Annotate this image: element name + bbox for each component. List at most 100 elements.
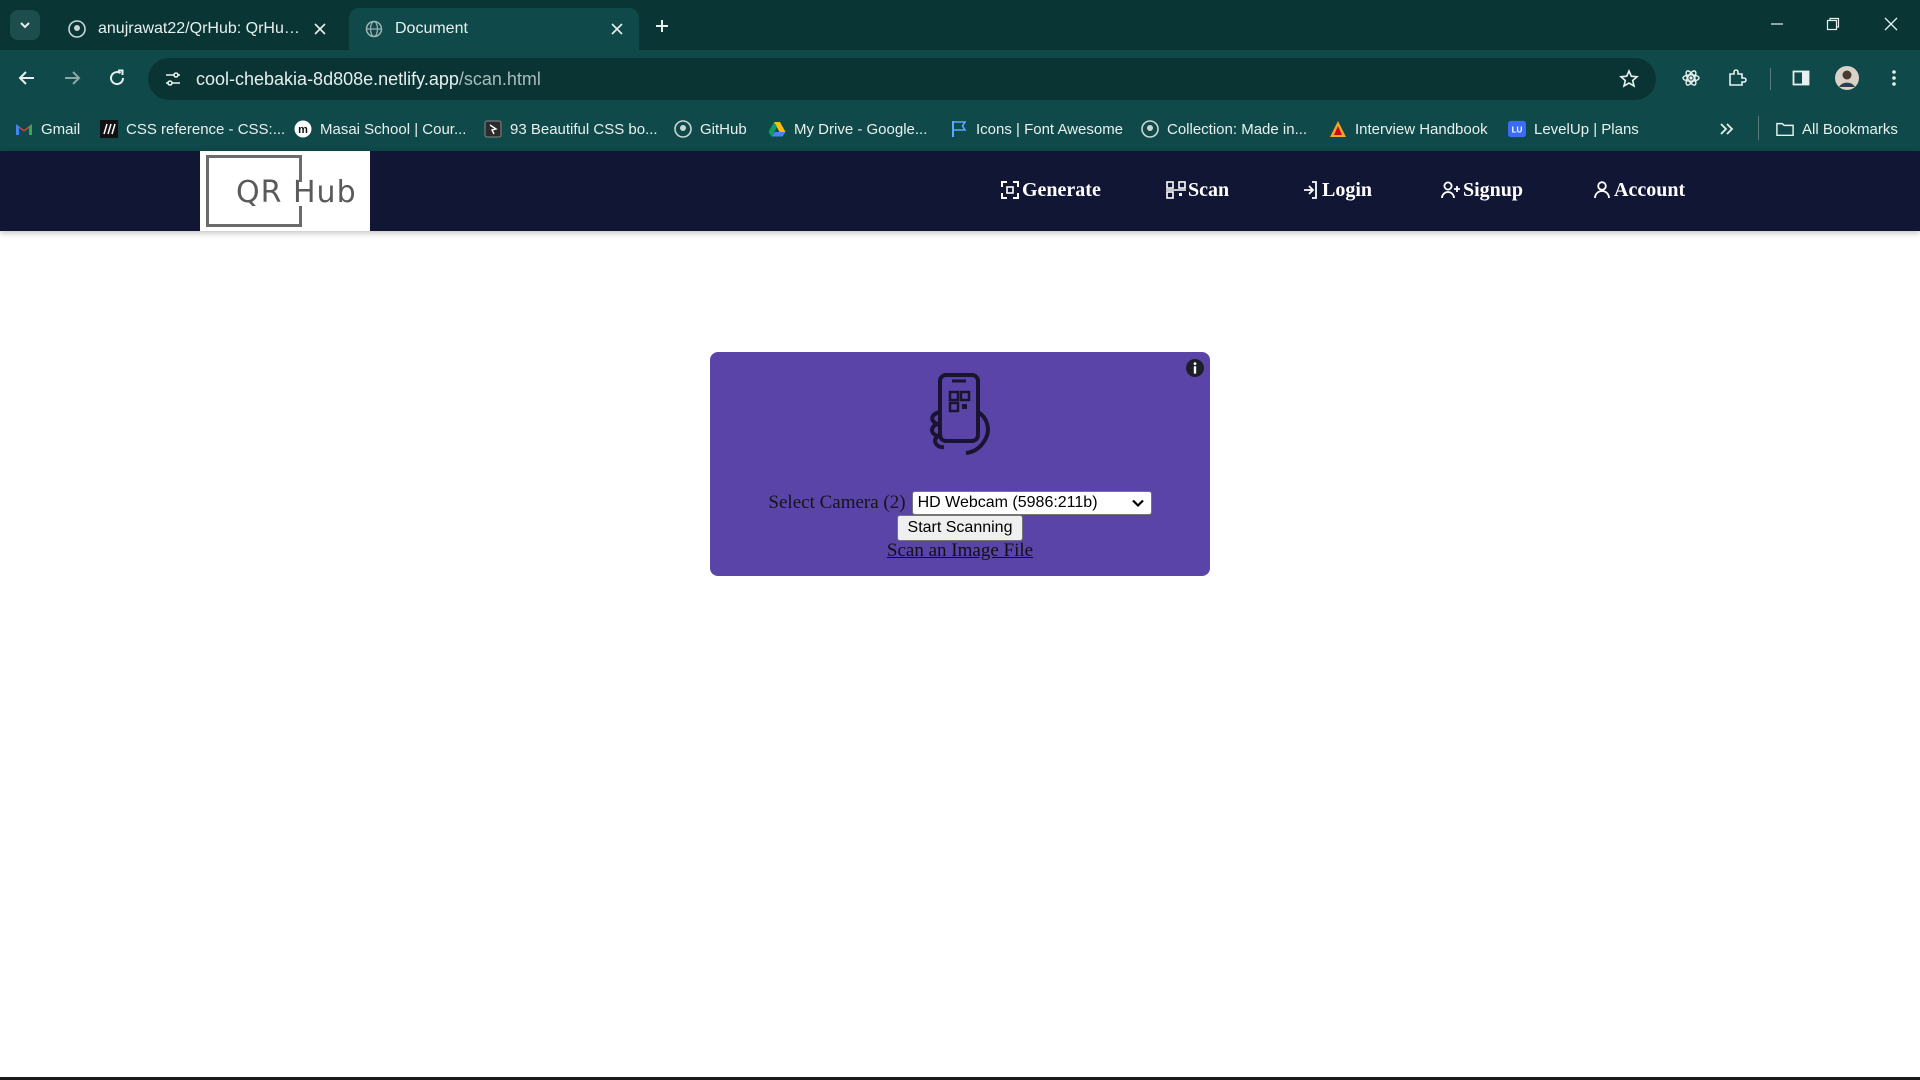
- puzzle-icon: [1729, 69, 1747, 86]
- bookmark-site-icon: [484, 120, 502, 138]
- restore-button[interactable]: [1810, 8, 1856, 40]
- all-bookmarks-label: All Bookmarks: [1802, 120, 1898, 138]
- tune-icon: [166, 72, 180, 86]
- bookmark-label: GitHub: [700, 120, 747, 138]
- qr-scan-frame-icon: [1000, 180, 1020, 200]
- bookmark-css-reference[interactable]: CSS reference - CSS:...: [100, 117, 285, 141]
- bookmark-collection[interactable]: Collection: Made in...: [1141, 117, 1307, 141]
- tab-title: Document: [395, 20, 468, 37]
- bookmark-star-button[interactable]: [1614, 64, 1644, 94]
- github-icon: [1141, 120, 1159, 138]
- bookmark-label: LevelUp | Plans: [1534, 120, 1639, 138]
- qr-code-icon: [1166, 180, 1186, 200]
- new-tab-button[interactable]: [648, 12, 676, 40]
- bookmark-label: Icons | Font Awesome: [976, 120, 1124, 138]
- extensions-menu-button[interactable]: [1719, 60, 1755, 96]
- bookmark-label: 93 Beautiful CSS bo...: [510, 120, 658, 138]
- nav-signup-label: Signup: [1463, 178, 1524, 201]
- url-path: /scan.html: [458, 69, 541, 89]
- bookmark-interview-handbook[interactable]: Interview Handbook: [1329, 117, 1488, 141]
- extension-button[interactable]: [1673, 60, 1709, 96]
- info-icon[interactable]: [1185, 358, 1205, 378]
- logo-text: QR Hub: [236, 175, 357, 210]
- bookmark-masai[interactable]: m Masai School | Cour...: [294, 117, 466, 141]
- profile-button[interactable]: [1829, 60, 1865, 96]
- camera-select-value: HD Webcam (5986:211b): [917, 494, 1098, 511]
- back-button[interactable]: [9, 60, 45, 96]
- tab-github[interactable]: anujrawat22/QrHub: QrHub is a: [52, 8, 342, 50]
- github-icon: [674, 120, 692, 138]
- avatar: [1835, 66, 1859, 90]
- plus-icon: [656, 20, 668, 32]
- chevron-down-icon: [20, 22, 30, 29]
- user-plus-icon: [1441, 180, 1461, 200]
- bookmarks-overflow-button[interactable]: [1718, 117, 1734, 141]
- folder-icon: [1776, 120, 1794, 138]
- handbook-icon: [1329, 120, 1347, 138]
- bookmark-github[interactable]: GitHub: [674, 117, 747, 141]
- forward-button[interactable]: [54, 60, 90, 96]
- bookmark-drive[interactable]: My Drive - Google...: [768, 117, 927, 141]
- bookmark-label: Masai School | Cour...: [320, 120, 467, 138]
- chevron-down-icon: [1131, 499, 1144, 508]
- camera-select[interactable]: HD Webcam (5986:211b): [911, 491, 1152, 515]
- svg-text:LU: LU: [1512, 126, 1523, 135]
- mdn-icon: [100, 120, 118, 138]
- minimize-icon: [1771, 23, 1783, 25]
- site-info-button[interactable]: [158, 64, 188, 94]
- bookmark-font-awesome[interactable]: Icons | Font Awesome: [950, 117, 1123, 141]
- nav-scan[interactable]: Scan: [1166, 175, 1229, 205]
- atom-icon: [1682, 70, 1700, 86]
- tab-title: anujrawat22/QrHub: QrHub is a: [98, 20, 306, 37]
- site-navbar: QR Hub Generate Scan Login Signup Accoun…: [0, 151, 1920, 231]
- tab-document[interactable]: Document: [349, 8, 639, 50]
- camera-select-row: Select Camera (2) HD Webcam (5986:211b): [710, 490, 1210, 516]
- nav-generate[interactable]: Generate: [1000, 175, 1101, 205]
- reload-button[interactable]: [99, 60, 135, 96]
- toolbar: cool-chebakia-8d808e.netlify.app/scan.ht…: [0, 50, 1920, 107]
- scan-image-file-link[interactable]: Scan an Image File: [710, 540, 1210, 562]
- address-bar[interactable]: cool-chebakia-8d808e.netlify.app/scan.ht…: [148, 58, 1656, 100]
- nav-account[interactable]: Account: [1592, 175, 1685, 205]
- phone-qr-scan-icon: [930, 373, 990, 455]
- site-logo[interactable]: QR Hub: [200, 151, 370, 231]
- restore-icon: [1826, 17, 1840, 31]
- login-icon: [1300, 180, 1320, 200]
- start-scanning-button[interactable]: Start Scanning: [897, 515, 1023, 541]
- minimize-button[interactable]: [1754, 8, 1800, 40]
- bookmark-label: CSS reference - CSS:...: [126, 120, 286, 138]
- bookmark-levelup[interactable]: LU LevelUp | Plans: [1508, 117, 1639, 141]
- arrow-right-icon: [65, 71, 81, 85]
- globe-icon: [365, 20, 383, 38]
- bookmark-label: Gmail: [41, 120, 81, 138]
- tab-close-button[interactable]: [306, 15, 334, 43]
- nav-account-label: Account: [1614, 178, 1686, 201]
- google-drive-icon: [768, 120, 786, 138]
- side-panel-button[interactable]: [1783, 60, 1819, 96]
- nav-login[interactable]: Login: [1300, 175, 1372, 205]
- close-icon: [1884, 17, 1898, 31]
- bookmark-gmail[interactable]: Gmail: [15, 117, 80, 141]
- url-host: cool-chebakia-8d808e.netlify.app: [196, 69, 459, 89]
- close-icon: [314, 23, 326, 35]
- levelup-icon: LU: [1508, 120, 1526, 138]
- tab-search-button[interactable]: [10, 10, 40, 40]
- bookmark-css-borders[interactable]: 93 Beautiful CSS bo...: [484, 117, 658, 141]
- arrow-left-icon: [18, 71, 34, 85]
- side-panel-icon: [1792, 70, 1810, 86]
- close-window-button[interactable]: [1868, 8, 1914, 40]
- camera-select-label: Select Camera (2): [768, 492, 906, 513]
- qr-scanner-panel: Select Camera (2) HD Webcam (5986:211b) …: [710, 352, 1210, 576]
- github-icon: [68, 20, 86, 38]
- nav-login-label: Login: [1322, 178, 1373, 201]
- masai-icon: m: [294, 120, 312, 138]
- nav-signup[interactable]: Signup: [1441, 175, 1523, 205]
- all-bookmarks-button[interactable]: All Bookmarks: [1776, 117, 1898, 141]
- tab-close-button[interactable]: [603, 15, 631, 43]
- browser-menu-button[interactable]: [1876, 60, 1912, 96]
- bookmarks-divider: [1758, 116, 1759, 140]
- nav-generate-label: Generate: [1022, 178, 1101, 201]
- browser-chrome: anujrawat22/QrHub: QrHub is a Document c…: [0, 0, 1920, 151]
- font-awesome-icon: [950, 120, 968, 138]
- more-vertical-icon: [1892, 70, 1896, 86]
